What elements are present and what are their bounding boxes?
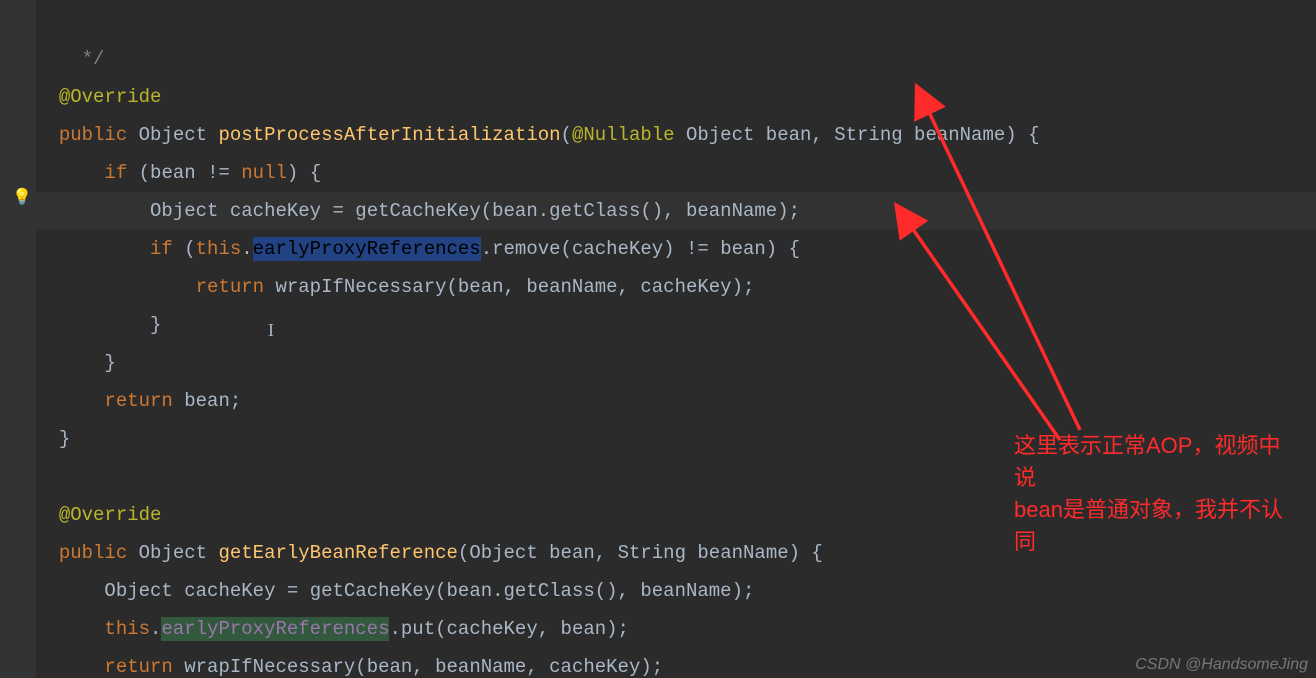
code-text: cacheKey	[640, 276, 731, 298]
code-text: null	[241, 162, 287, 184]
code-text: getClass	[549, 200, 640, 222]
code-text: put	[401, 618, 435, 640]
code-text: return	[104, 656, 172, 678]
code-text: wrapIfNecessary	[275, 276, 446, 298]
code-text: Object	[469, 542, 537, 564]
code-text: cacheKey	[447, 618, 538, 640]
code-text: beanName	[686, 200, 777, 222]
code-text: return	[196, 276, 264, 298]
code-text: bean	[549, 542, 595, 564]
code-text: Object	[150, 200, 218, 222]
code-text: bean	[766, 124, 812, 146]
code-text: public	[59, 542, 127, 564]
code-text: */	[36, 48, 104, 70]
annotation-text: 这里表示正常AOP，视频中说 bean是普通对象，我并不认 同	[1014, 430, 1294, 558]
code-text: bean	[492, 200, 538, 222]
code-text: String	[834, 124, 902, 146]
code-text: wrapIfNecessary	[184, 656, 355, 678]
code-text: cacheKey	[572, 238, 663, 260]
annotation-line: 同	[1014, 526, 1294, 558]
code-text: @Override	[59, 504, 162, 526]
code-text: beanName	[914, 124, 1005, 146]
code-text: Object	[139, 124, 207, 146]
text-cursor-icon: I	[268, 320, 274, 341]
code-text: bean	[184, 390, 230, 412]
lightbulb-icon[interactable]: 💡	[12, 190, 28, 206]
code-text: bean	[367, 656, 413, 678]
code-text: public	[59, 124, 127, 146]
code-text: this	[104, 618, 150, 640]
code-text: this	[196, 238, 242, 260]
code-text: remove	[492, 238, 560, 260]
code-editor[interactable]: 💡 */ @Override public Object postProcess…	[0, 0, 1316, 678]
code-text: Object	[686, 124, 754, 146]
selected-text: earlyProxyReferences	[253, 237, 481, 261]
code-text: getCacheKey	[310, 580, 435, 602]
code-text: beanName	[435, 656, 526, 678]
code-text: String	[618, 542, 686, 564]
code-text: getClass	[504, 580, 595, 602]
code-text: if	[150, 238, 173, 260]
annotation-line: bean是普通对象，我并不认	[1014, 494, 1294, 526]
code-text: bean	[561, 618, 607, 640]
code-text: bean	[720, 238, 766, 260]
code-text: bean	[447, 580, 493, 602]
code-text: if	[104, 162, 127, 184]
code-text: @Nullable	[572, 124, 675, 146]
code-text: cacheKey	[230, 200, 321, 222]
code-text: beanName	[640, 580, 731, 602]
code-text: beanName	[526, 276, 617, 298]
code-area[interactable]: */ @Override public Object postProcessAf…	[36, 0, 1316, 678]
code-text: cacheKey	[549, 656, 640, 678]
code-text: beanName	[697, 542, 788, 564]
code-text: bean	[458, 276, 504, 298]
code-text: earlyProxyReferences	[161, 617, 389, 641]
code-text: cacheKey	[184, 580, 275, 602]
code-text: Object	[139, 542, 207, 564]
code-text: getCacheKey	[355, 200, 480, 222]
editor-gutter: 💡	[0, 0, 36, 678]
annotation-line: 这里表示正常AOP，视频中说	[1014, 430, 1294, 494]
code-text: @Override	[59, 86, 162, 108]
watermark-text: CSDN @HandsomeJing	[1135, 656, 1308, 674]
code-text: getEarlyBeanReference	[218, 542, 457, 564]
code-text: return	[104, 390, 172, 412]
code-text: postProcessAfterInitialization	[218, 124, 560, 146]
code-text: Object	[104, 580, 172, 602]
code-text: bean	[150, 162, 196, 184]
